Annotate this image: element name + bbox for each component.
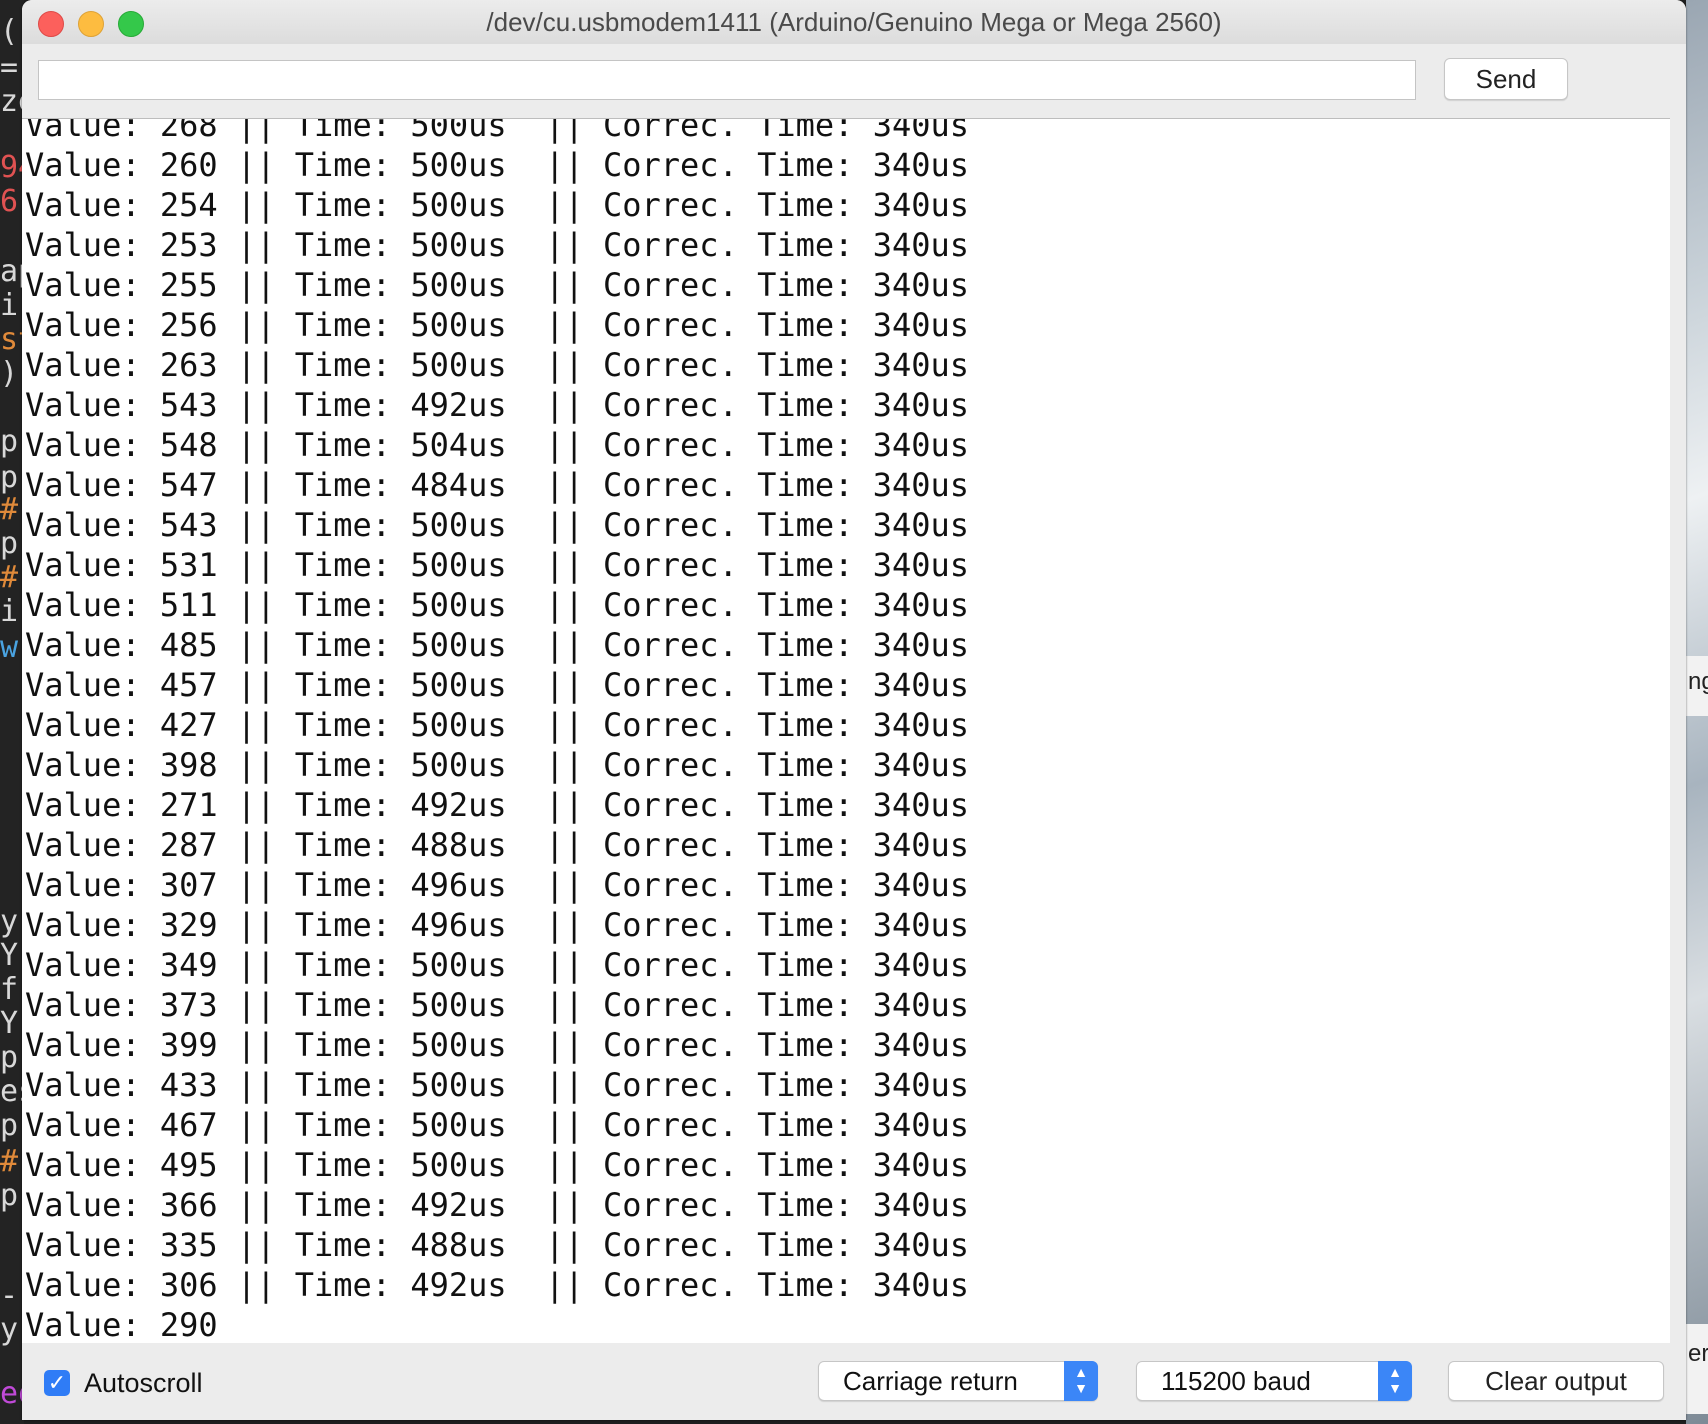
bg-glyph: = — [0, 50, 19, 85]
output-line: Value: 511 || Time: 500us || Correc. Tim… — [25, 586, 970, 624]
output-line: Value: 254 || Time: 500us || Correc. Tim… — [25, 186, 970, 224]
window-title: /dev/cu.usbmodem1411 (Arduino/Genuino Me… — [486, 7, 1222, 37]
bg-glyph: w — [0, 630, 19, 665]
background-desktop: ng er — [1686, 0, 1708, 1424]
output-line: Value: 290 — [25, 1306, 218, 1344]
autoscroll-label: Autoscroll — [84, 1368, 203, 1398]
line-ending-select[interactable]: Carriage return ▲ ▼ — [818, 1361, 1098, 1401]
bg-glyph: f — [0, 972, 19, 1007]
baud-rate-select[interactable]: 115200 baud ▲ ▼ — [1136, 1361, 1412, 1401]
bg-glyph: () — [0, 14, 24, 49]
output-line: Value: 271 || Time: 492us || Correc. Tim… — [25, 786, 970, 824]
output-line: Value: 260 || Time: 500us || Correc. Tim… — [25, 146, 970, 184]
output-line: Value: 268 || Time: 500us || Correc. Tim… — [25, 118, 970, 144]
bg-glyph: # — [0, 1144, 19, 1179]
bg-glyph: i — [0, 288, 19, 323]
minimize-window-button[interactable] — [78, 11, 104, 37]
clear-output-button[interactable]: Clear output — [1448, 1361, 1664, 1401]
output-line: Value: 373 || Time: 500us || Correc. Tim… — [25, 986, 970, 1024]
send-button[interactable]: Send — [1444, 58, 1568, 100]
bg-glyph: y" — [0, 1312, 24, 1347]
output-line: Value: 366 || Time: 492us || Correc. Tim… — [25, 1186, 970, 1224]
title-bar: /dev/cu.usbmodem1411 (Arduino/Genuino Me… — [22, 0, 1686, 45]
serial-monitor-window: /dev/cu.usbmodem1411 (Arduino/Genuino Me… — [22, 0, 1686, 1420]
bg-glyph: p — [0, 424, 19, 459]
bg-glyph: # — [0, 492, 19, 527]
line-ending-value: Carriage return — [843, 1366, 1018, 1396]
bg-strip: ng — [1686, 656, 1708, 716]
output-line: Value: 433 || Time: 500us || Correc. Tim… — [25, 1066, 970, 1104]
output-line: Value: 263 || Time: 500us || Correc. Tim… — [25, 346, 970, 384]
output-line: Value: 349 || Time: 500us || Correc. Tim… — [25, 946, 970, 984]
output-line: Value: 329 || Time: 496us || Correc. Tim… — [25, 906, 970, 944]
output-line: Value: 398 || Time: 500us || Correc. Tim… — [25, 746, 970, 784]
bg-glyph: Y — [0, 1006, 19, 1041]
output-lines: Value: 268 || Time: 500us || Correc. Tim… — [25, 118, 970, 1344]
send-row: Send — [22, 44, 1686, 118]
output-line: Value: 543 || Time: 492us || Correc. Tim… — [25, 386, 970, 424]
bg-glyph: # — [0, 560, 19, 595]
bg-glyph: p — [0, 1108, 19, 1143]
bg-glyph: Y — [0, 938, 19, 973]
output-line: Value: 307 || Time: 496us || Correc. Tim… — [25, 866, 970, 904]
output-line: Value: 495 || Time: 500us || Correc. Tim… — [25, 1146, 970, 1184]
bg-glyph: ng — [1688, 668, 1708, 695]
serial-input[interactable] — [38, 60, 1416, 100]
bg-glyph: y — [0, 904, 19, 939]
bg-glyph: p — [0, 1040, 19, 1075]
chevron-up-down-icon: ▲ ▼ — [1064, 1361, 1098, 1401]
output-line: Value: 467 || Time: 500us || Correc. Tim… — [25, 1106, 970, 1144]
bg-glyph: p — [0, 460, 19, 495]
output-line: Value: 485 || Time: 500us || Correc. Tim… — [25, 626, 970, 664]
output-line: Value: 335 || Time: 488us || Correc. Tim… — [25, 1226, 970, 1264]
bg-glyph: eq — [0, 1376, 24, 1411]
close-window-button[interactable] — [38, 11, 64, 37]
output-line: Value: 287 || Time: 488us || Correc. Tim… — [25, 826, 970, 864]
bg-glyph: ): — [0, 356, 24, 391]
zoom-window-button[interactable] — [118, 11, 144, 37]
output-line: Value: 256 || Time: 500us || Correc. Tim… — [25, 306, 970, 344]
bg-glyph: ap — [0, 254, 24, 289]
bottom-bar: ✓ Autoscroll Carriage return ▲ ▼ 115200 b… — [22, 1343, 1686, 1420]
output-line: Value: 253 || Time: 500us || Correc. Tim… — [25, 226, 970, 264]
output-line: Value: 306 || Time: 492us || Correc. Tim… — [25, 1266, 970, 1304]
serial-output[interactable]: Value: 268 || Time: 500us || Correc. Tim… — [22, 118, 1670, 1344]
output-line: Value: 548 || Time: 504us || Correc. Tim… — [25, 426, 970, 464]
background-editor: () = ze 94 6 ap i st ): p p # p # i w y … — [0, 0, 24, 1424]
bg-glyph: - — [0, 1278, 19, 1313]
bg-glyph: er — [1688, 1340, 1708, 1367]
output-line: Value: 457 || Time: 500us || Correc. Tim… — [25, 666, 970, 704]
output-line: Value: 399 || Time: 500us || Correc. Tim… — [25, 1026, 970, 1064]
bg-strip: er — [1686, 1324, 1708, 1414]
chevron-up-down-icon: ▲ ▼ — [1378, 1361, 1412, 1401]
baud-rate-value: 115200 baud — [1161, 1366, 1311, 1396]
bg-glyph: p — [0, 526, 19, 561]
autoscroll-checkbox[interactable]: ✓ — [44, 1370, 70, 1396]
bg-glyph: es — [0, 1074, 24, 1109]
bg-glyph: i — [0, 594, 19, 629]
bg-glyph: p — [0, 1178, 19, 1213]
output-line: Value: 543 || Time: 500us || Correc. Tim… — [25, 506, 970, 544]
output-line: Value: 255 || Time: 500us || Correc. Tim… — [25, 266, 970, 304]
bg-glyph: 94 — [0, 150, 24, 185]
output-line: Value: 547 || Time: 484us || Correc. Tim… — [25, 466, 970, 504]
bg-glyph: 6 — [0, 184, 19, 219]
output-line: Value: 427 || Time: 500us || Correc. Tim… — [25, 706, 970, 744]
bg-glyph: st — [0, 322, 24, 357]
output-line: Value: 531 || Time: 500us || Correc. Tim… — [25, 546, 970, 584]
bg-glyph: ze — [0, 84, 24, 119]
